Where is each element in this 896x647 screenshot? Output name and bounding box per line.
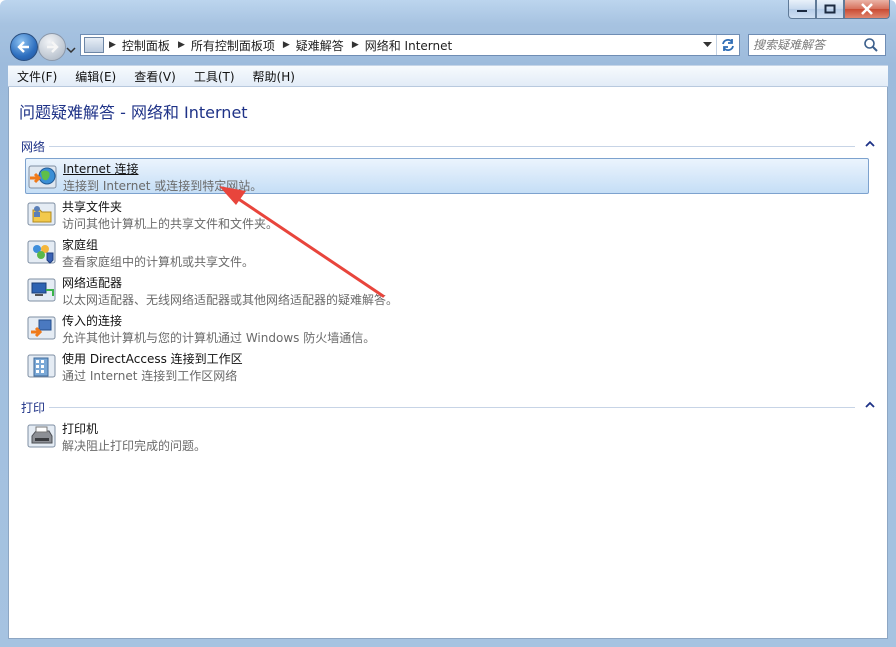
chevron-up-icon — [865, 401, 875, 408]
item-description: 解决阻止打印完成的问题。 — [62, 439, 207, 453]
troubleshooter-directaccess[interactable]: 使用 DirectAccess 连接到工作区 通过 Internet 连接到工作… — [25, 348, 869, 384]
caption-buttons — [788, 0, 890, 19]
recent-pages-dropdown[interactable] — [66, 42, 76, 56]
troubleshooter-network-adapter[interactable]: 网络适配器 以太网适配器、无线网络适配器或其他网络适配器的疑难解答。 — [25, 272, 869, 308]
close-icon — [861, 3, 873, 15]
window: ▶ 控制面板 ▶ 所有控制面板项 ▶ 疑难解答 ▶ 网络和 Internet 搜… — [0, 0, 896, 647]
troubleshooter-shared-folders[interactable]: 共享文件夹 访问其他计算机上的共享文件和文件夹。 — [25, 196, 869, 232]
breadcrumb-separator-icon[interactable]: ▶ — [281, 40, 292, 50]
collapse-group-button[interactable] — [863, 136, 877, 150]
chevron-down-icon — [66, 47, 76, 54]
item-description: 以太网适配器、无线网络适配器或其他网络适配器的疑难解答。 — [62, 293, 399, 307]
breadcrumb-separator-icon[interactable]: ▶ — [107, 40, 118, 50]
shared-folder-icon — [27, 202, 56, 226]
item-title: 网络适配器 — [62, 276, 123, 290]
breadcrumb-item[interactable]: 疑难解答 — [292, 37, 350, 54]
refresh-button[interactable] — [716, 35, 739, 55]
group-header-network: 网络 — [21, 138, 877, 155]
search-icon[interactable] — [863, 37, 879, 53]
close-button[interactable] — [844, 0, 890, 19]
internet-globe-icon — [28, 165, 57, 189]
breadcrumb-item[interactable]: 网络和 Internet — [361, 37, 458, 54]
search-box — [748, 34, 886, 56]
homegroup-icon — [27, 240, 56, 264]
menu-tools[interactable]: 工具(T) — [185, 68, 244, 85]
collapse-group-button[interactable] — [863, 397, 877, 411]
item-description: 连接到 Internet 或连接到特定网站。 — [63, 179, 263, 193]
address-dropdown-button[interactable] — [697, 35, 716, 55]
troubleshooter-internet-connections[interactable]: Internet 连接 连接到 Internet 或连接到特定网站。 — [25, 158, 869, 194]
troubleshooter-incoming-connections[interactable]: 传入的连接 允许其他计算机与您的计算机通过 Windows 防火墙通信。 — [25, 310, 869, 346]
refresh-icon — [722, 39, 734, 51]
search-input[interactable] — [749, 37, 863, 53]
address-bar[interactable]: ▶ 控制面板 ▶ 所有控制面板项 ▶ 疑难解答 ▶ 网络和 Internet — [80, 34, 740, 56]
page-title: 问题疑难解答 - 网络和 Internet — [19, 103, 248, 122]
group-divider — [49, 146, 855, 147]
chevron-down-icon — [702, 42, 712, 47]
content-pane: 问题疑难解答 - 网络和 Internet 网络 Internet 连接 连接到… — [8, 87, 888, 639]
control-panel-icon — [84, 37, 104, 53]
incoming-connection-icon — [27, 316, 56, 340]
item-title: 传入的连接 — [62, 314, 123, 328]
menu-edit[interactable]: 编辑(E) — [66, 68, 125, 85]
group-header-print: 打印 — [21, 399, 877, 416]
item-description: 访问其他计算机上的共享文件和文件夹。 — [62, 217, 279, 231]
minimize-button[interactable] — [788, 0, 816, 19]
breadcrumb-separator-icon[interactable]: ▶ — [176, 40, 187, 50]
group-title: 打印 — [21, 401, 46, 415]
maximize-button[interactable] — [816, 0, 844, 19]
group-title: 网络 — [21, 140, 46, 154]
forward-button[interactable] — [38, 33, 66, 61]
menu-file[interactable]: 文件(F) — [8, 68, 66, 85]
directaccess-icon — [27, 354, 56, 378]
item-title: 家庭组 — [62, 238, 99, 252]
troubleshooter-homegroup[interactable]: 家庭组 查看家庭组中的计算机或共享文件。 — [25, 234, 869, 270]
breadcrumb-item[interactable]: 控制面板 — [118, 37, 176, 54]
item-description: 允许其他计算机与您的计算机通过 Windows 防火墙通信。 — [62, 331, 376, 345]
group-divider — [49, 407, 855, 408]
menu-help[interactable]: 帮助(H) — [244, 68, 304, 85]
item-title: 打印机 — [62, 422, 99, 436]
navigation-bar: ▶ 控制面板 ▶ 所有控制面板项 ▶ 疑难解答 ▶ 网络和 Internet — [0, 30, 896, 61]
menu-view[interactable]: 查看(V) — [125, 68, 185, 85]
chevron-up-icon — [865, 140, 875, 147]
back-arrow-icon — [17, 41, 29, 53]
breadcrumb-item[interactable]: 所有控制面板项 — [187, 37, 281, 54]
breadcrumb-separator-icon[interactable]: ▶ — [350, 40, 361, 50]
maximize-icon — [824, 4, 836, 14]
network-adapter-icon — [27, 278, 56, 302]
back-button[interactable] — [10, 33, 38, 61]
item-title: Internet 连接 — [63, 162, 139, 176]
item-description: 通过 Internet 连接到工作区网络 — [62, 369, 238, 383]
item-title: 共享文件夹 — [62, 200, 123, 214]
item-description: 查看家庭组中的计算机或共享文件。 — [62, 255, 255, 269]
printer-icon — [27, 424, 56, 448]
menu-bar: 文件(F) 编辑(E) 查看(V) 工具(T) 帮助(H) — [8, 65, 888, 87]
item-title: 使用 DirectAccess 连接到工作区 — [62, 352, 243, 366]
minimize-icon — [797, 10, 807, 12]
forward-arrow-icon — [47, 41, 59, 53]
troubleshooter-printer[interactable]: 打印机 解决阻止打印完成的问题。 — [25, 418, 869, 454]
breadcrumb: 控制面板 ▶ 所有控制面板项 ▶ 疑难解答 ▶ 网络和 Internet — [118, 35, 697, 55]
